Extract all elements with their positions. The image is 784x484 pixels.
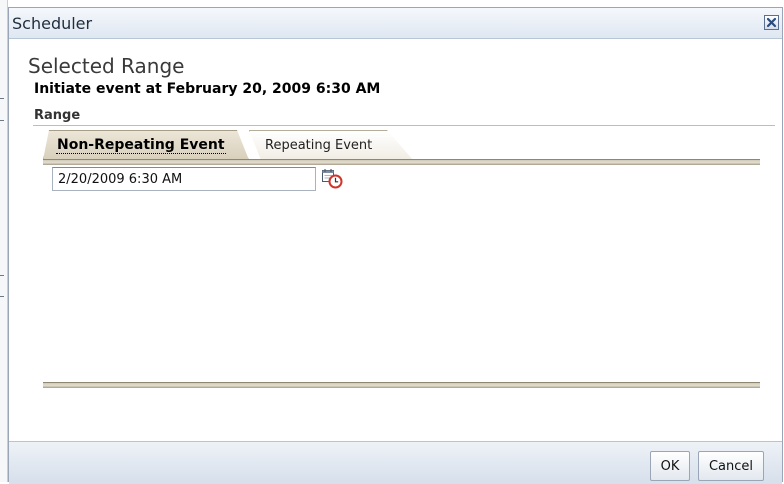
cancel-button[interactable]: Cancel (698, 451, 764, 481)
ok-button[interactable]: OK (650, 451, 690, 481)
tab-strip-divider (43, 159, 760, 165)
range-label: Range (34, 108, 81, 123)
tab-repeating-event[interactable]: Repeating Event (249, 130, 413, 160)
background-window-edge (0, 0, 8, 482)
date-time-input[interactable] (52, 167, 316, 191)
event-summary: Initiate event at February 20, 2009 6:30… (34, 81, 381, 97)
section-heading: Selected Range (28, 54, 185, 78)
edge-tick (0, 120, 4, 121)
range-divider (33, 125, 775, 126)
edge-tick (0, 275, 4, 276)
dialog-titlebar[interactable]: Scheduler (9, 8, 782, 39)
tab-panel-bottom-divider (43, 382, 760, 388)
date-picker-button[interactable] (321, 167, 343, 189)
tab-label: Repeating Event (265, 138, 373, 153)
scheduler-dialog: Scheduler Selected Range Initiate event … (8, 7, 783, 484)
tab-non-repeating-event[interactable]: Non-Repeating Event (43, 130, 249, 160)
calendar-clock-icon (322, 169, 343, 189)
dialog-footer: OK Cancel (9, 441, 782, 484)
edge-tick (0, 296, 4, 297)
tab-label: Non-Repeating Event (56, 137, 226, 154)
dialog-title: Scheduler (12, 14, 93, 33)
edge-tick (0, 98, 4, 99)
close-icon (766, 17, 777, 28)
close-button[interactable] (764, 15, 779, 30)
